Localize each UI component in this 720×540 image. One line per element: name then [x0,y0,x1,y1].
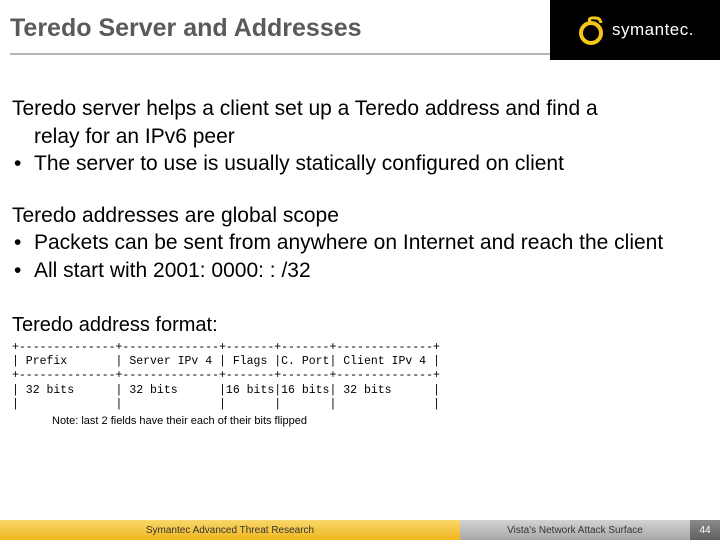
format-row: | 32 bits | 32 bits |16 bits|16 bits| 32… [12,384,708,398]
body: Teredo server helps a client set up a Te… [0,70,720,310]
block1-lead-line1: Teredo server helps a client set up a Te… [12,96,708,122]
bullet-item: • Packets can be sent from anywhere on I… [12,230,708,256]
bullet-item: • All start with 2001: 0000: : /32 [12,258,708,284]
block1-lead-line2: relay for an IPv6 peer [34,124,708,150]
bullet-dot-icon: • [14,258,24,284]
symantec-swirl-icon [576,15,606,45]
format-row: | | | | | | [12,398,708,412]
bullet-text: Packets can be sent from anywhere on Int… [34,230,708,256]
format-row: +--------------+--------------+-------+-… [12,341,708,355]
bullet-item: • The server to use is usually staticall… [12,151,708,177]
bullet-text: All start with 2001: 0000: : /32 [34,258,708,284]
format-note: Note: last 2 fields have their each of t… [52,415,708,427]
slide: Teredo Server and Addresses symantec. Te… [0,0,720,540]
page-number: 44 [690,520,720,540]
format-section: Teredo address format: +--------------+-… [0,310,720,427]
bullet-dot-icon: • [14,230,24,256]
brand-logo: symantec. [550,0,720,60]
bullet-dot-icon: • [14,151,24,177]
format-title: Teredo address format: [12,314,708,337]
footer: Symantec Advanced Threat Research Vista'… [0,520,720,540]
bullet-text: The server to use is usually statically … [34,151,708,177]
footer-right: Vista's Network Attack Surface [460,520,690,540]
footer-left: Symantec Advanced Threat Research [0,520,460,540]
brand-name: symantec. [612,20,694,40]
block2-lead: Teredo addresses are global scope [12,203,708,229]
format-row: +--------------+--------------+-------+-… [12,369,708,383]
header: Teredo Server and Addresses symantec. [0,0,720,70]
format-row: | Prefix | Server IPv 4 | Flags |C. Port… [12,355,708,369]
